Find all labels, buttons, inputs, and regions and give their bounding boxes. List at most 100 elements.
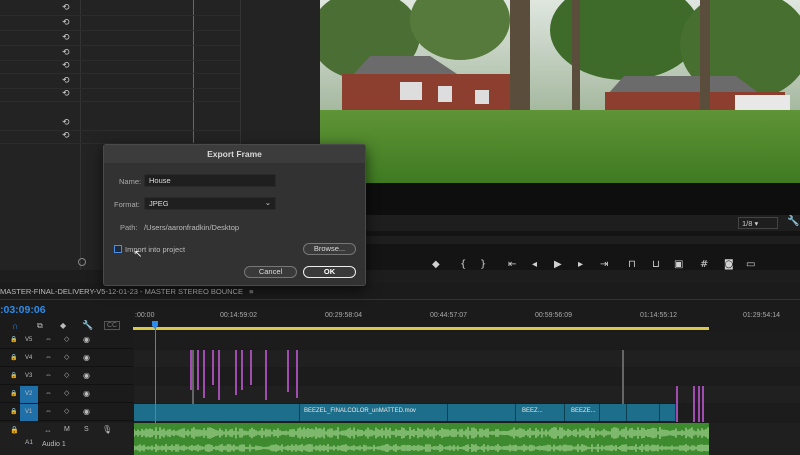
track-header-v4[interactable]: 🔒 V4 ⇔ ◇ ◉ bbox=[0, 350, 133, 367]
track-lane[interactable] bbox=[134, 386, 800, 403]
toggle-output-icon[interactable]: ◇ bbox=[64, 335, 69, 343]
step-back-icon[interactable]: ◂ bbox=[532, 259, 537, 270]
sync-lock-icon[interactable]: ⇔ bbox=[45, 390, 52, 397]
camera-icon[interactable]: ◙ bbox=[724, 259, 734, 270]
clip-marker[interactable] bbox=[702, 386, 704, 422]
go-to-in-icon[interactable]: ⇤ bbox=[508, 259, 516, 270]
clip-marker[interactable] bbox=[287, 350, 289, 392]
mute-button[interactable]: M bbox=[64, 426, 70, 433]
track-scroll[interactable] bbox=[785, 338, 793, 408]
format-select[interactable]: JPEG ⌄ bbox=[144, 197, 276, 210]
parameter-row bbox=[0, 101, 240, 102]
browse-button[interactable]: Browse... bbox=[303, 243, 356, 255]
clip-marker[interactable] bbox=[693, 386, 695, 422]
track-header-v5[interactable]: 🔒 V5 ⇔ ◇ ◉ bbox=[0, 332, 133, 349]
video-clip[interactable] bbox=[660, 404, 676, 421]
clip-marker[interactable] bbox=[296, 350, 298, 398]
reset-parameter-icon[interactable]: ⟲ bbox=[62, 18, 70, 28]
clip-marker[interactable] bbox=[676, 386, 678, 422]
eye-icon[interactable]: ◉ bbox=[83, 335, 90, 344]
clip-marker[interactable] bbox=[265, 350, 267, 400]
clip-marker[interactable] bbox=[250, 350, 252, 385]
video-clip[interactable] bbox=[600, 404, 627, 421]
microphone-icon[interactable]: 🎙 bbox=[102, 425, 112, 434]
zoom-dropdown[interactable]: 1/8 ▾ bbox=[738, 217, 778, 229]
snap-icon[interactable]: ∩ bbox=[12, 321, 18, 331]
video-frame bbox=[320, 0, 800, 183]
wrench-icon[interactable]: 🔧 bbox=[787, 216, 799, 227]
clip-marker[interactable] bbox=[203, 350, 205, 398]
import-checkbox[interactable] bbox=[114, 245, 122, 253]
step-forward-icon[interactable]: ▸ bbox=[578, 259, 583, 270]
sync-lock-icon[interactable]: ⇔ bbox=[45, 354, 52, 361]
video-clip[interactable] bbox=[448, 404, 516, 421]
ok-button[interactable]: OK bbox=[303, 266, 356, 278]
mark-out-icon[interactable]: } bbox=[480, 259, 486, 270]
sync-lock-icon[interactable]: ⇔ bbox=[44, 426, 52, 435]
name-input[interactable]: House bbox=[144, 174, 276, 187]
video-tracks: 🔒 V5 ⇔ ◇ ◉ 🔒 V4 ⇔ ◇ ◉ 🔒 V3 ⇔ ◇ ◉ 🔒 V2 ⇔ ◇ ◉ 🔒 V1 ⇔ ◇ ◉ BEEZEL_FIN… bbox=[0, 332, 800, 425]
time-ruler[interactable]: :00:00 00:14:59:02 00:29:58:04 00:44:57:07 0… bbox=[133, 283, 800, 333]
captions-icon[interactable]: CC bbox=[104, 321, 121, 330]
video-clip[interactable] bbox=[134, 404, 300, 421]
reset-parameter-icon[interactable]: ⟲ bbox=[62, 48, 70, 58]
lift-icon[interactable]: ⊓ bbox=[628, 259, 636, 270]
reset-parameter-icon[interactable]: ⟲ bbox=[62, 76, 70, 86]
scroll-handle[interactable] bbox=[78, 258, 86, 266]
video-clip[interactable] bbox=[627, 404, 660, 421]
marker-icon[interactable]: ◆ bbox=[432, 259, 440, 270]
extract-icon[interactable]: ⊔ bbox=[652, 259, 660, 270]
reset-parameter-icon[interactable]: ⟲ bbox=[62, 33, 70, 43]
reset-parameter-icon[interactable]: ⟲ bbox=[62, 61, 70, 71]
track-lane[interactable] bbox=[134, 368, 800, 385]
lock-icon[interactable]: 🔒 bbox=[10, 408, 17, 415]
sync-lock-icon[interactable]: ⇔ bbox=[45, 408, 52, 415]
toggle-output-icon[interactable]: ◇ bbox=[64, 353, 69, 361]
wrench-icon[interactable]: 🔧 bbox=[82, 320, 93, 331]
clip-marker[interactable] bbox=[212, 350, 214, 385]
reset-parameter-icon[interactable]: ⟲ bbox=[62, 131, 70, 141]
clip-marker[interactable] bbox=[241, 350, 243, 390]
eye-icon[interactable]: ◉ bbox=[83, 407, 90, 416]
comparison-icon[interactable]: ▣ bbox=[674, 259, 683, 270]
grid-icon[interactable]: # bbox=[700, 259, 708, 270]
timecode[interactable]: :03:09:06 bbox=[0, 304, 46, 316]
toggle-output-icon[interactable]: ◇ bbox=[64, 371, 69, 379]
track-header-v1[interactable]: 🔒 V1 ⇔ ◇ ◉ bbox=[0, 404, 133, 421]
monitor-scrubber[interactable] bbox=[320, 236, 800, 244]
eye-icon[interactable]: ◉ bbox=[83, 353, 90, 362]
lock-icon[interactable]: 🔒 bbox=[10, 354, 17, 361]
work-area-bar[interactable] bbox=[133, 327, 709, 330]
go-to-out-icon[interactable]: ⇥ bbox=[600, 259, 608, 270]
add-marker-icon[interactable]: ◆ bbox=[60, 321, 66, 330]
zoom-value: 1/8 bbox=[742, 219, 753, 228]
track-header-v3[interactable]: 🔒 V3 ⇔ ◇ ◉ bbox=[0, 368, 133, 385]
tree-trunk bbox=[510, 0, 530, 125]
linked-selection-icon[interactable]: ⧉ bbox=[37, 321, 43, 331]
track-header-v2[interactable]: 🔒 V2 ⇔ ◇ ◉ bbox=[0, 386, 133, 403]
play-icon[interactable]: ▶ bbox=[554, 259, 562, 270]
clip-marker[interactable] bbox=[197, 350, 199, 390]
reset-parameter-icon[interactable]: ⟲ bbox=[62, 118, 70, 128]
toggle-output-icon[interactable]: ◇ bbox=[64, 407, 69, 415]
track-lane[interactable] bbox=[134, 332, 800, 349]
mark-in-icon[interactable]: { bbox=[460, 259, 466, 270]
lock-icon[interactable]: 🔒 bbox=[10, 426, 19, 434]
lock-icon[interactable]: 🔒 bbox=[10, 372, 17, 379]
sync-lock-icon[interactable]: ⇔ bbox=[45, 336, 52, 343]
toggle-output-icon[interactable]: ◇ bbox=[64, 389, 69, 397]
eye-icon[interactable]: ◉ bbox=[83, 389, 90, 398]
clip-marker[interactable] bbox=[218, 350, 220, 400]
solo-button[interactable]: S bbox=[84, 426, 89, 433]
track-lane[interactable] bbox=[134, 350, 800, 367]
sync-lock-icon[interactable]: ⇔ bbox=[45, 372, 52, 379]
lock-icon[interactable]: 🔒 bbox=[10, 390, 17, 397]
clip-marker[interactable] bbox=[698, 386, 700, 422]
cancel-button[interactable]: Cancel bbox=[244, 266, 297, 278]
clip-marker[interactable] bbox=[235, 350, 237, 395]
lock-icon[interactable]: 🔒 bbox=[10, 336, 17, 343]
reset-parameter-icon[interactable]: ⟲ bbox=[62, 3, 70, 13]
reset-parameter-icon[interactable]: ⟲ bbox=[62, 89, 70, 99]
button-editor-icon[interactable]: ▭ bbox=[746, 259, 755, 270]
eye-icon[interactable]: ◉ bbox=[83, 371, 90, 380]
